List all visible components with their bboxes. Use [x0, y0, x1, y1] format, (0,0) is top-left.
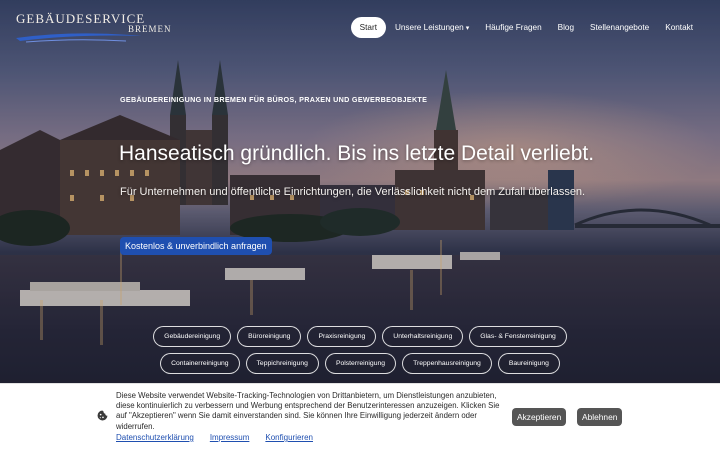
nav-item-jobs[interactable]: Stellenangebote — [583, 17, 656, 38]
nav-item-blog[interactable]: Blog — [551, 17, 581, 38]
request-quote-button[interactable]: Kostenlos & unverbindlich anfragen — [120, 237, 272, 255]
privacy-policy-link[interactable]: Datenschutzerklärung — [116, 433, 194, 442]
hero-eyebrow: GEBÄUDEREINIGUNG IN BREMEN FÜR BÜROS, PR… — [120, 95, 428, 104]
imprint-link[interactable]: Impressum — [210, 433, 250, 442]
logo-wordmark: GEBÄUDESERVICE — [16, 11, 146, 26]
nav-item-kontakt[interactable]: Kontakt — [658, 17, 700, 38]
decline-cookies-button[interactable]: Ablehnen — [577, 408, 623, 426]
chevron-down-icon: ▾ — [465, 25, 470, 32]
cookie-banner: Diese Website verwendet Website-Tracking… — [0, 383, 720, 450]
nav-item-start[interactable]: Start — [350, 17, 386, 38]
service-tag[interactable]: Praxisreinigung — [307, 326, 377, 347]
cookie-message: Diese Website verwendet Website-Tracking… — [116, 391, 500, 431]
logo-swoosh-icon — [16, 33, 142, 43]
nav-item-faq[interactable]: Häufige Fragen — [478, 17, 548, 38]
service-tag[interactable]: Unterhaltsreinigung — [382, 326, 464, 347]
service-tags-row: Gebäudereinigung Büroreinigung Praxisrei… — [0, 326, 720, 347]
cookie-links: Datenschutzerklärung Impressum Konfiguri… — [116, 433, 313, 442]
service-tags-row: Containerreinigung Teppichreinigung Pols… — [0, 353, 720, 374]
nav-item-leistungen[interactable]: Unsere Leistungen ▾ — [388, 17, 476, 38]
site-logo[interactable]: GEBÄUDESERVICE BREMEN — [16, 11, 176, 43]
service-tags: Gebäudereinigung Büroreinigung Praxisrei… — [0, 326, 720, 380]
service-tag[interactable]: Baureinigung — [497, 353, 560, 374]
service-tag[interactable]: Büroreinigung — [237, 326, 302, 347]
nav-item-leistungen-label: Unsere Leistungen — [394, 23, 464, 32]
accept-cookies-button[interactable]: Akzeptieren — [512, 408, 567, 426]
service-tag[interactable]: Polsterreinigung — [324, 353, 397, 374]
service-tag[interactable]: Containerreinigung — [160, 353, 240, 374]
configure-cookies-link[interactable]: Konfigurieren — [265, 433, 313, 442]
service-tag[interactable]: Gebäudereinigung — [153, 326, 232, 347]
hero-subline: Für Unternehmen und öffentliche Einricht… — [120, 186, 586, 198]
main-navigation: Start Unsere Leistungen ▾ Häufige Fragen … — [350, 16, 700, 39]
service-tag[interactable]: Treppenhausreinigung — [402, 353, 492, 374]
service-tag[interactable]: Glas- & Fensterreinigung — [469, 326, 567, 347]
service-tag[interactable]: Teppichreinigung — [245, 353, 319, 374]
hero-headline: Hanseatisch gründlich. Bis ins letzte De… — [119, 142, 595, 165]
cookie-icon — [97, 410, 108, 421]
